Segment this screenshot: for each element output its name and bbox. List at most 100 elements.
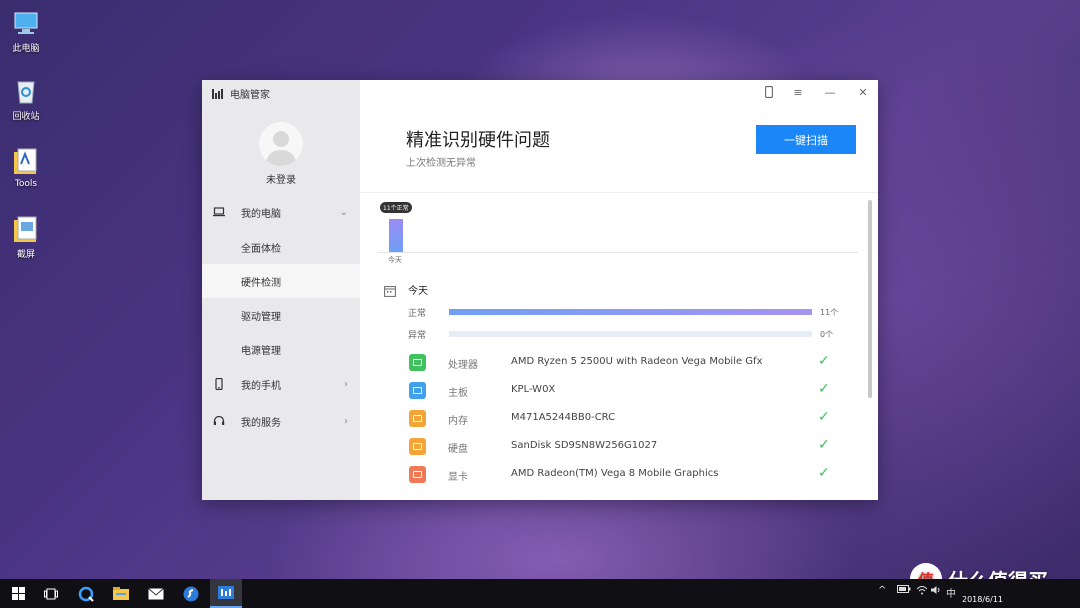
hardware-value: AMD Ryzen 5 2500U with Radeon Vega Mobil…: [511, 356, 763, 367]
desktop-icon-label: 此电脑: [12, 44, 40, 54]
desktop-icon-this-pc[interactable]: 此电脑: [6, 8, 46, 54]
folder-icon: [11, 214, 41, 244]
desktop-icon-recycle-bin[interactable]: 回收站: [6, 76, 46, 122]
folder-icon: [11, 146, 41, 176]
menu-icon[interactable]: ≡: [791, 86, 805, 99]
hardware-value: KPL-W0X: [511, 384, 556, 395]
stat-normal-track: [449, 309, 812, 315]
calendar-icon: [384, 282, 396, 297]
battery-icon[interactable]: [897, 585, 911, 596]
hardware-category: 主板: [448, 388, 468, 399]
sidebar-item-label: 我的手机: [241, 380, 281, 392]
minimize-button[interactable]: —: [823, 86, 837, 99]
sidebar-item-label: 我的电脑: [241, 208, 281, 220]
graphics-card-icon: [409, 466, 426, 483]
chevron-down-icon: ⌄: [339, 206, 348, 218]
detection-history-chart: 11个正常 今天: [378, 200, 858, 264]
stat-abnormal-track: [449, 331, 812, 337]
desktop-icon-label: 回收站: [12, 112, 40, 122]
tray-chevron[interactable]: ^: [878, 585, 886, 596]
login-status[interactable]: 未登录: [202, 171, 360, 186]
avatar[interactable]: [259, 122, 303, 166]
history-date-label: 今天: [388, 256, 402, 264]
hardware-category: 内存: [448, 416, 468, 427]
clock-date[interactable]: 2018/6/11: [962, 595, 1003, 604]
stat-normal-count: 11个: [820, 308, 839, 317]
desktop-icon-label: 截屏: [16, 250, 35, 260]
app-title: 电脑管家: [212, 86, 270, 101]
history-baseline: [378, 252, 858, 253]
motherboard-icon: [409, 382, 426, 399]
desktop-icon-tools[interactable]: Tools: [6, 146, 46, 189]
pc-manager-window: 电脑管家 未登录 我的电脑 ⌄ 全面体检 硬件检测 驱动管理 电源管理 我的手机…: [202, 80, 878, 500]
recycle-bin-icon: [11, 76, 41, 106]
laptop-icon: [213, 206, 225, 218]
search-q-icon[interactable]: [70, 579, 102, 608]
sidebar: 电脑管家 未登录 我的电脑 ⌄ 全面体检 硬件检测 驱动管理 电源管理 我的手机…: [202, 80, 360, 500]
divider: [360, 192, 878, 193]
taskbar: ^ 中 2018/6/11: [0, 579, 1080, 608]
hardware-value: AMD Radeon(TM) Vega 8 Mobile Graphics: [511, 468, 719, 479]
page-subtitle: 上次检测无异常: [406, 158, 476, 169]
sidebar-item-full-checkup[interactable]: 全面体检: [202, 230, 360, 264]
chevron-right-icon: ›: [344, 415, 348, 427]
memory-icon: [409, 410, 426, 427]
sidebar-item-my-service[interactable]: 我的服务 ›: [202, 404, 360, 438]
sidebar-item-label: 我的服务: [241, 417, 281, 429]
chevron-right-icon: ›: [344, 378, 348, 390]
check-icon: ✓: [818, 437, 830, 453]
app-logo-icon: [212, 88, 224, 99]
hardware-category: 显卡: [448, 472, 468, 483]
hardware-row-disk[interactable]: 硬盘 SanDisk SD9SN8W256G1027 ✓: [360, 434, 878, 462]
ime-indicator[interactable]: 中: [946, 585, 956, 600]
stat-normal-label: 正常: [408, 309, 427, 319]
browser-icon[interactable]: [175, 579, 207, 608]
sidebar-item-label: 全面体检: [241, 243, 281, 255]
hardware-row-memory[interactable]: 内存 M471A5244BB0-CRC ✓: [360, 406, 878, 434]
check-icon: ✓: [818, 381, 830, 397]
history-bar-today[interactable]: [389, 219, 403, 252]
one-click-scan-button[interactable]: 一键扫描: [756, 125, 856, 154]
history-tooltip: 11个正常: [380, 202, 412, 213]
desktop-icon-screenshots[interactable]: 截屏: [6, 214, 46, 260]
today-heading: 今天: [408, 286, 428, 297]
hardware-row-motherboard[interactable]: 主板 KPL-W0X ✓: [360, 378, 878, 406]
sidebar-item-power-management[interactable]: 电源管理: [202, 332, 360, 366]
hardware-value: M471A5244BB0-CRC: [511, 412, 616, 423]
phone-connect-icon[interactable]: [762, 86, 776, 101]
check-icon: ✓: [818, 465, 830, 481]
wifi-icon[interactable]: [916, 585, 928, 598]
stat-abnormal-label: 异常: [408, 331, 427, 341]
page-title: 精准识别硬件问题: [406, 130, 550, 151]
main-panel: ≡ — ✕ 精准识别硬件问题 上次检测无异常 一键扫描 11个正常 今天 今天 …: [360, 80, 878, 500]
cpu-icon: [409, 354, 426, 371]
mail-icon[interactable]: [140, 579, 172, 608]
sidebar-item-hardware-detection[interactable]: 硬件检测: [202, 264, 360, 298]
windows-start-icon[interactable]: [2, 579, 34, 608]
sidebar-item-driver-management[interactable]: 驱动管理: [202, 298, 360, 332]
sidebar-item-my-pc[interactable]: 我的电脑 ⌄: [202, 195, 360, 229]
hardware-value: SanDisk SD9SN8W256G1027: [511, 440, 658, 451]
sidebar-item-my-phone[interactable]: 我的手机 ›: [202, 367, 360, 401]
desktop-icon-label: Tools: [14, 179, 38, 189]
check-icon: ✓: [818, 409, 830, 425]
check-icon: ✓: [818, 353, 830, 369]
disk-icon: [409, 438, 426, 455]
stat-normal-fill: [449, 309, 812, 315]
computer-icon: [11, 8, 41, 38]
app-title-text: 电脑管家: [230, 90, 270, 101]
task-view-icon[interactable]: [35, 579, 67, 608]
volume-icon[interactable]: [930, 585, 942, 598]
phone-icon: [213, 377, 225, 391]
hardware-row-cpu[interactable]: 处理器 AMD Ryzen 5 2500U with Radeon Vega M…: [360, 350, 878, 378]
sidebar-item-label: 硬件检测: [241, 277, 281, 289]
close-button[interactable]: ✕: [856, 86, 870, 99]
hardware-category: 处理器: [448, 360, 478, 371]
file-explorer-icon[interactable]: [105, 579, 137, 608]
sidebar-item-label: 驱动管理: [241, 311, 281, 323]
pc-manager-icon[interactable]: [210, 579, 242, 608]
sidebar-item-label: 电源管理: [241, 345, 281, 357]
headset-icon: [213, 415, 225, 427]
stat-abnormal-count: 0个: [820, 330, 834, 339]
hardware-row-graphics[interactable]: 显卡 AMD Radeon(TM) Vega 8 Mobile Graphics…: [360, 462, 878, 490]
